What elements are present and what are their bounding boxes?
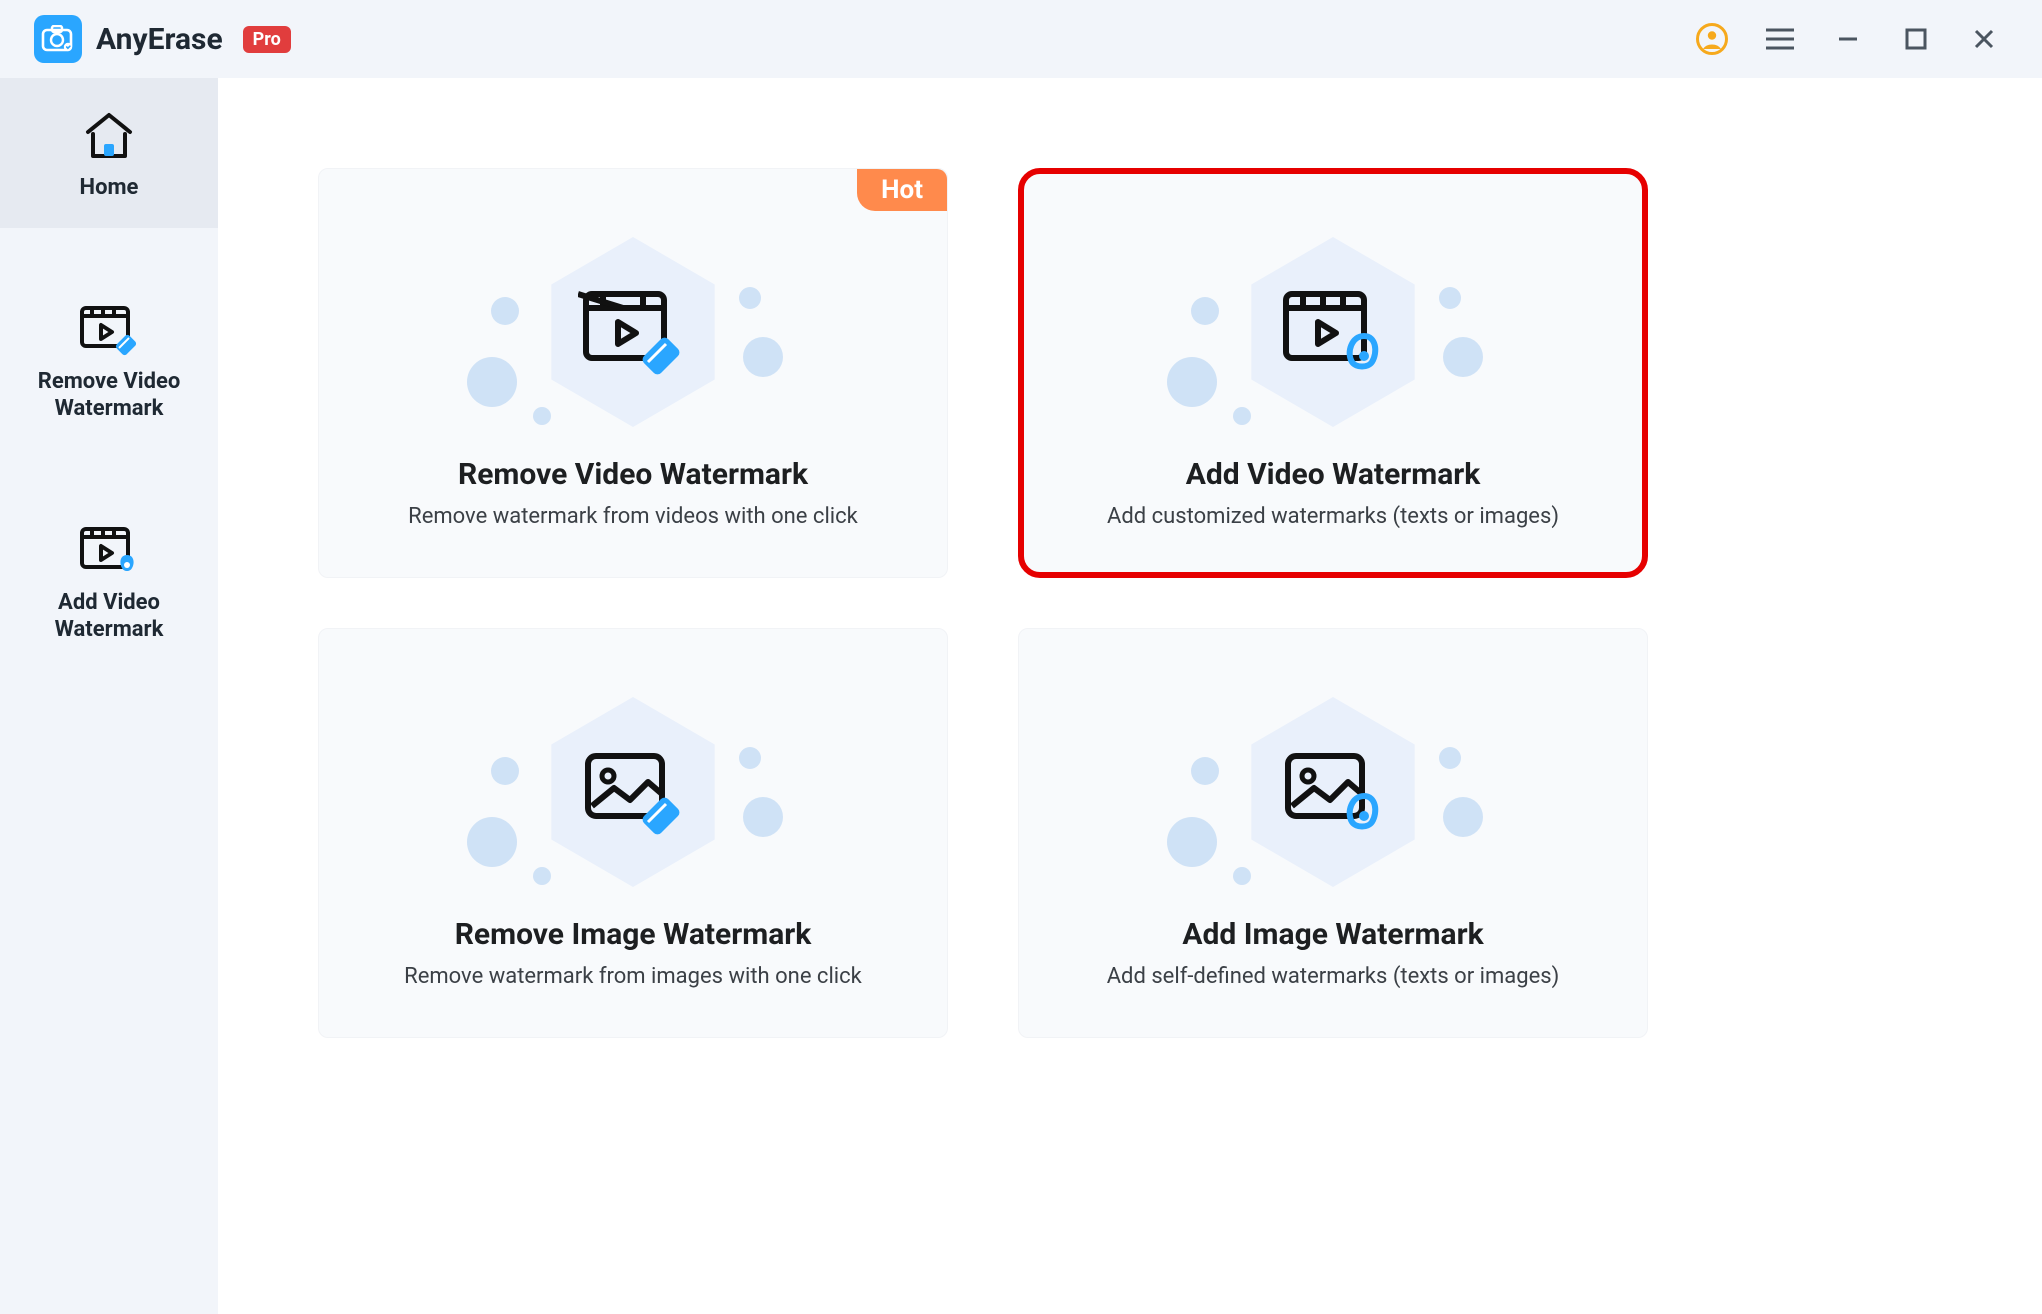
card-desc: Add self-defined watermarks (texts or im… (1107, 964, 1560, 989)
sidebar-item-remove-video[interactable]: Remove Video Watermark (0, 272, 218, 449)
maximize-icon[interactable] (1898, 21, 1934, 57)
add-video-watermark-icon (77, 521, 141, 577)
sidebar-item-add-video[interactable]: Add Video Watermark (0, 493, 218, 670)
image-watermark-icon (1223, 687, 1443, 897)
titlebar: AnyErase Pro (0, 0, 2042, 78)
card-grid: Hot Remove Video Watermark (318, 168, 1972, 1038)
remove-video-watermark-icon (77, 300, 141, 356)
card-title: Add Video Watermark (1186, 457, 1481, 492)
card-title: Remove Image Watermark (455, 917, 812, 952)
card-title: Add Image Watermark (1182, 917, 1483, 952)
sidebar-item-home[interactable]: Home (0, 78, 218, 228)
card-add-video-watermark[interactable]: Add Video Watermark Add customized water… (1018, 168, 1648, 578)
main: Hot Remove Video Watermark (218, 78, 2042, 1314)
profile-icon[interactable] (1694, 21, 1730, 57)
card-desc: Remove watermark from videos with one cl… (408, 504, 858, 529)
sidebar: Home Remove Video Watermark (0, 78, 218, 1314)
hot-badge: Hot (857, 169, 947, 211)
card-desc: Add customized watermarks (texts or imag… (1107, 504, 1559, 529)
card-add-image-watermark[interactable]: Add Image Watermark Add self-defined wat… (1018, 628, 1648, 1038)
pro-badge: Pro (243, 26, 291, 53)
video-erase-icon (523, 227, 743, 437)
card-title: Remove Video Watermark (458, 457, 808, 492)
app-title: AnyErase (96, 22, 223, 57)
card-remove-video-watermark[interactable]: Hot Remove Video Watermark (318, 168, 948, 578)
titlebar-left: AnyErase Pro (34, 15, 1694, 63)
sidebar-item-label: Home (80, 174, 139, 202)
app-logo-icon (34, 15, 82, 63)
home-icon (80, 106, 138, 162)
image-erase-icon (523, 687, 743, 897)
sidebar-item-label: Remove Video Watermark (8, 368, 210, 423)
sidebar-item-label: Add Video Watermark (8, 589, 210, 644)
titlebar-right (1694, 21, 2008, 57)
menu-icon[interactable] (1762, 21, 1798, 57)
card-desc: Remove watermark from images with one cl… (404, 964, 862, 989)
card-remove-image-watermark[interactable]: Remove Image Watermark Remove watermark … (318, 628, 948, 1038)
body: Home Remove Video Watermark (0, 78, 2042, 1314)
minimize-icon[interactable] (1830, 21, 1866, 57)
close-icon[interactable] (1966, 21, 2002, 57)
video-watermark-icon (1223, 227, 1443, 437)
